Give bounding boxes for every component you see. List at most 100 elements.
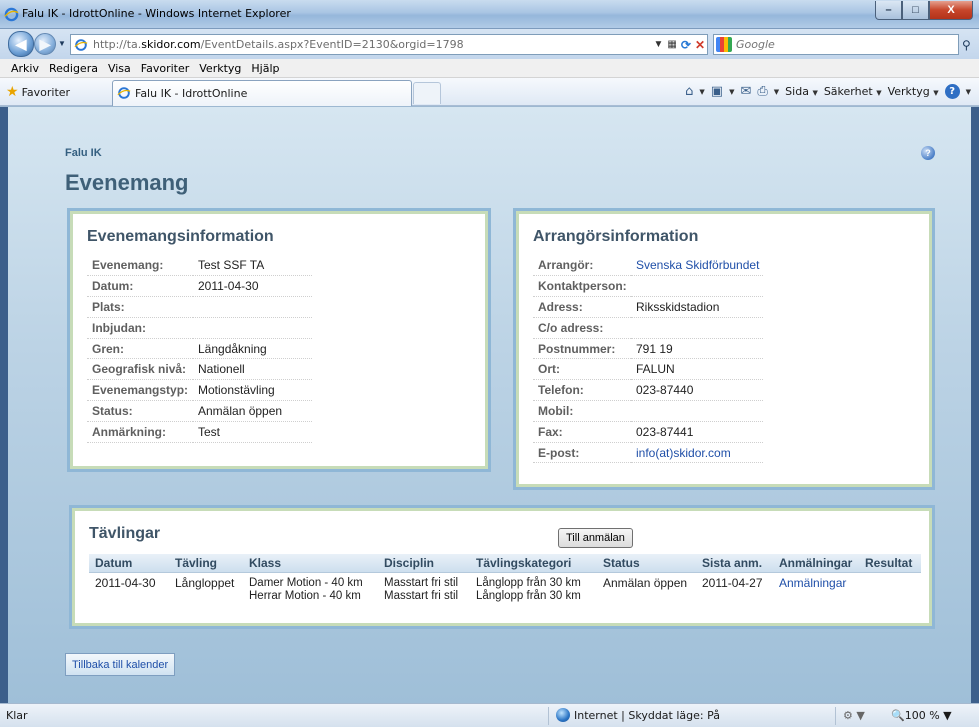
menu-verktyg[interactable]: Verktyg [194,59,246,77]
event-info-row: Datum: 2011-04-30 [87,275,312,298]
organizer-info-row: Arrangör: Svenska Skidförbundet [533,255,763,277]
menu-favoriter[interactable]: Favoriter [136,59,194,77]
url-dropdown-icon[interactable]: ▼ [654,39,664,50]
google-logo-icon [716,37,732,52]
status-text: Klar [6,709,28,722]
arrow-right-icon: ▶ [39,35,51,52]
event-info-table: Evenemang: Test SSF TA Datum: 2011-04-30 P… [87,255,312,443]
column-header: Anmälningar [773,554,859,573]
column-header: Tävlingskategori [470,554,597,573]
cell-class: Damer Motion - 40 km Herrar Motion - 40 k… [249,576,363,602]
window-title: Falu IK - IdrottOnline - Windows Interne… [22,7,291,20]
close-button[interactable]: X [929,1,973,20]
register-button[interactable]: Till anmälan [558,528,633,548]
event-info-panel: Evenemangsinformation Evenemang: Test SSF… [67,208,491,472]
help-icon[interactable]: ? [944,84,960,99]
ie-page-icon [74,39,88,51]
organizer-info-row: Fax: 023-87441 [533,421,763,443]
window-titlebar: Falu IK - IdrottOnline - Windows Interne… [0,0,979,29]
column-header: Datum [89,554,169,573]
safety-menu[interactable]: Säkerhet ▼ [824,85,882,98]
menu-visa[interactable]: Visa [103,59,136,77]
refresh-icon[interactable]: ⟳ [681,38,691,52]
status-divider [835,707,836,725]
event-info-row: Evenemangstyp: Motionstävling [87,379,312,402]
help-dropdown-icon[interactable]: ▼ [966,88,971,96]
zoom-control[interactable]: 🔍100 % ▼ [891,709,952,722]
favorites-button[interactable]: ★ Favoriter [6,84,70,100]
organizer-info-row: Adress: Riksskidstadion [533,296,763,318]
protected-mode-icon[interactable]: ⚙ ▼ [843,709,865,722]
event-info-row: Status: Anmälan öppen [87,400,312,422]
feeds-dropdown-icon[interactable]: ▼ [729,88,734,96]
column-header: Tävling [169,554,243,573]
menu-arkiv[interactable]: Arkiv [6,59,44,77]
globe-icon [556,708,570,722]
search-box[interactable] [713,34,959,55]
url-field[interactable]: http://ta.skidor.com/EventDetails.aspx?E… [70,34,708,55]
column-header: Status [597,554,696,573]
security-zone[interactable]: Internet | Skyddat läge: På [556,708,720,722]
column-header: Disciplin [378,554,470,573]
compatibility-icon[interactable]: ▦ [667,39,676,50]
minimize-button[interactable]: – [875,1,902,20]
mail-icon[interactable]: ✉ [740,84,751,99]
email-link[interactable]: info(at)skidor.com [636,446,731,460]
tools-menu[interactable]: Verktyg ▼ [888,85,939,98]
home-dropdown-icon[interactable]: ▼ [699,88,704,96]
print-dropdown-icon[interactable]: ▼ [774,88,779,96]
cell-registrations: Anmälningar [773,572,859,605]
organizer-info-row: C/o adress: [533,317,763,339]
organizer-info-row: Telefon: 023-87440 [533,379,763,402]
column-header: Sista anm. [696,554,773,573]
tab-title: Falu IK - IdrottOnline [135,87,248,100]
browser-tab[interactable]: Falu IK - IdrottOnline [112,80,412,106]
feeds-icon[interactable]: ▣ [711,84,723,99]
table-row: 2011-04-30 Långloppet Damer Motion - 40 … [89,572,921,605]
event-info-row: Plats: [87,296,312,318]
organizer-link[interactable]: Svenska Skidförbundet [636,258,759,272]
menu-hjalp[interactable]: Hjälp [246,59,284,77]
cell-discipline: Masstart fri stil Masstart fri stil [384,576,459,602]
url-text: http://ta.skidor.com/EventDetails.aspx?E… [93,38,464,51]
event-info-row: Gren: Längdåkning [87,338,312,360]
history-dropdown-icon[interactable]: ▼ [58,39,66,48]
stop-icon[interactable]: ✕ [695,38,705,52]
print-icon[interactable]: ⎙ [757,84,767,99]
table-header-row: Datum Tävling Klass Disciplin Tävlingska… [89,554,921,573]
zone-text: Internet | Skyddat läge: På [574,708,720,722]
search-icon[interactable]: ⚲ [962,38,971,52]
column-header: Klass [243,554,378,573]
back-to-calendar-button[interactable]: Tillbaka till kalender [65,653,176,676]
organizer-info-row: Mobil: [533,400,763,422]
search-input[interactable] [736,36,936,53]
back-button[interactable]: ◀ [8,31,34,57]
event-info-row: Anmärkning: Test [87,421,312,443]
event-info-row: Inbjudan: [87,317,312,339]
cell-category: Långlopp från 30 km Långlopp från 30 km [476,576,581,602]
menu-redigera[interactable]: Redigera [44,59,103,77]
event-info-row: Evenemang: Test SSF TA [87,255,312,277]
page-menu[interactable]: Sida ▼ [785,85,818,98]
page-help-icon[interactable]: ? [921,146,935,160]
cell-status: Anmälan öppen [603,575,688,590]
cell-date: 2011-04-30 [95,575,156,590]
arrow-left-icon: ◀ [15,35,27,52]
new-tab-button[interactable] [413,82,441,104]
org-name: Falu IK [65,147,102,159]
organizer-info-table: Arrangör: Svenska Skidförbundet Kontaktpe… [533,255,763,464]
organizer-info-row: Postnummer: 791 19 [533,338,763,360]
competitions-table: Datum Tävling Klass Disciplin Tävlingska… [89,554,921,605]
home-icon[interactable]: ⌂ [685,84,693,99]
cell-last-registration: 2011-04-27 [702,575,763,590]
organizer-info-row: Ort: FALUN [533,358,763,381]
forward-button[interactable]: ▶ [34,33,56,55]
column-header: Resultat [859,554,921,573]
cell-competition: Långloppet [175,575,235,590]
address-toolbar: ◀ ▶ ▼ http://ta.skidor.com/EventDetails.… [0,29,979,59]
maximize-button[interactable]: □ [902,1,929,20]
organizer-info-heading: Arrangörsinformation [533,228,699,245]
ie-page-icon [117,87,131,99]
organizer-info-row: Kontaktperson: [533,275,763,298]
registrations-link[interactable]: Anmälningar [779,576,846,590]
